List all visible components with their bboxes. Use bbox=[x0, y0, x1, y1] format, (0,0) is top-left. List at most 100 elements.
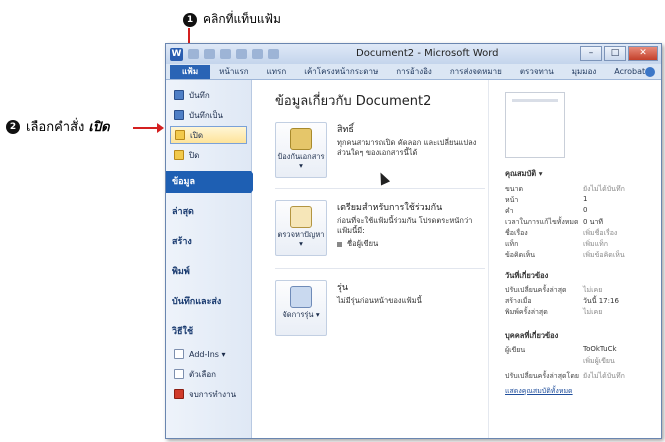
prepare-desc: ก่อนที่จะใช้แฟ้มนี้ร่วมกัน โปรดตระหนักว่… bbox=[337, 216, 473, 235]
close-button[interactable]: ✕ bbox=[628, 46, 658, 61]
versions-desc: ไม่มีรุ่นก่อนหน้าของแฟ้มนี้ bbox=[337, 296, 422, 305]
tab-review[interactable]: ตรวจทาน bbox=[511, 65, 563, 79]
prepare-section: ตรวจหาปัญหา ▾ เตรียมสำหรับการใช้ร่วมกัน … bbox=[275, 200, 485, 260]
tab-references[interactable]: การอ้างอิง bbox=[387, 65, 441, 79]
protect-document-label: ป้องกันเอกสาร ▾ bbox=[277, 152, 325, 170]
sidebar-item-recent[interactable]: ล่าสุด bbox=[166, 201, 251, 223]
sidebar-item-print[interactable]: พิมพ์ bbox=[166, 261, 251, 283]
manage-versions-button[interactable]: จัดการรุ่น ▾ bbox=[275, 280, 327, 336]
word-app-icon[interactable]: W bbox=[170, 47, 183, 61]
property-key: ชื่อเรื่อง bbox=[505, 229, 528, 237]
tab-file[interactable]: แฟ้ม bbox=[170, 65, 211, 79]
author-key: ผู้เขียน bbox=[505, 346, 526, 354]
property-row[interactable]: ชื่อเรื่อง เพิ่มชื่อเรื่อง bbox=[505, 228, 655, 239]
window-title: Document2 - Microsoft Word bbox=[356, 48, 499, 59]
protect-document-button[interactable]: ป้องกันเอกสาร ▾ bbox=[275, 122, 327, 178]
arrow-right-icon bbox=[133, 123, 164, 133]
step-1-text: คลิกที่แท็บแฟ้ม bbox=[203, 12, 281, 26]
property-row[interactable]: แท็ก เพิ่มแท็ก bbox=[505, 239, 655, 250]
sidebar-item-save[interactable]: บันทึก bbox=[170, 86, 247, 104]
save-icon[interactable] bbox=[188, 49, 199, 59]
sidebar-item-save-as[interactable]: บันทึกเป็น bbox=[170, 106, 247, 124]
info-pane: ข้อมูลเกี่ยวกับ Document2 ป้องกันเอกสาร … bbox=[253, 80, 488, 438]
date-key: ปรับเปลี่ยนครั้งล่าสุด bbox=[505, 286, 567, 294]
property-value: ยังไม่ได้บันทึก bbox=[583, 185, 625, 193]
comments-field[interactable]: เพิ่มข้อคิดเห็น bbox=[583, 250, 625, 261]
sidebar-item-open[interactable]: เปิด bbox=[170, 126, 247, 144]
property-key: หน้า bbox=[505, 196, 519, 204]
versions-heading: รุ่น bbox=[337, 283, 348, 293]
undo-icon[interactable] bbox=[204, 49, 215, 59]
dates-heading: วันที่เกี่ยวข้อง bbox=[505, 271, 549, 280]
add-author-row[interactable]: เพิ่มผู้เขียน bbox=[505, 356, 655, 367]
tab-mailings[interactable]: การส่งจดหมาย bbox=[441, 65, 511, 79]
check-for-issues-button[interactable]: ตรวจหาปัญหา ▾ bbox=[275, 200, 327, 256]
property-key: ข้อคิดเห็น bbox=[505, 251, 536, 259]
property-row: เวลาในการแก้ไขทั้งหมด 0 นาที bbox=[505, 217, 655, 228]
add-ins-icon bbox=[174, 349, 184, 359]
sidebar-item-help[interactable]: วิธีใช้ bbox=[166, 321, 251, 343]
page-title: ข้อมูลเกี่ยวกับ Document2 bbox=[275, 94, 432, 109]
step-2-text: เลือกคำสั่ง bbox=[26, 120, 85, 135]
sidebar-item-new[interactable]: สร้าง bbox=[166, 231, 251, 253]
date-row: พิมพ์ครั้งล่าสุด ไม่เคย bbox=[505, 307, 655, 318]
annotation-step-2: 2 เลือกคำสั่ง เปิด bbox=[6, 116, 110, 137]
title-field[interactable]: เพิ่มชื่อเรื่อง bbox=[583, 228, 617, 239]
property-row: คำ 0 bbox=[505, 206, 655, 217]
sidebar-item-info[interactable]: ข้อมูล bbox=[166, 171, 259, 193]
tab-home[interactable]: หน้าแรก bbox=[210, 65, 258, 79]
sidebar-item-save-send[interactable]: บันทึกและส่ง bbox=[166, 291, 251, 313]
permissions-heading: สิทธิ์ bbox=[337, 125, 354, 135]
properties-pane: คุณสมบัติ ▾ ขนาด ยังไม่ได้บันทึก หน้า 1 … bbox=[488, 80, 661, 438]
redo-icon[interactable] bbox=[220, 49, 231, 59]
print-icon[interactable] bbox=[268, 49, 279, 59]
property-key: คำ bbox=[505, 207, 514, 215]
sidebar-item-options[interactable]: ตัวเลือก bbox=[170, 365, 247, 383]
annotation-step-1: 1 คลิกที่แท็บแฟ้ม bbox=[183, 10, 281, 29]
property-key: ขนาด bbox=[505, 185, 524, 193]
property-row: ขนาด ยังไม่ได้บันทึก bbox=[505, 184, 655, 195]
maximize-button[interactable]: □ bbox=[604, 46, 626, 61]
property-key: แท็ก bbox=[505, 240, 519, 248]
save-icon bbox=[174, 90, 184, 100]
sidebar-item-label: ปิด bbox=[189, 150, 200, 160]
manage-versions-label: จัดการรุ่น ▾ bbox=[282, 310, 320, 319]
date-value: ไม่เคย bbox=[583, 308, 603, 316]
prepare-heading: เตรียมสำหรับการใช้ร่วมกัน bbox=[337, 203, 443, 213]
versions-section: จัดการรุ่น ▾ รุ่น ไม่มีรุ่นก่อนหน้าของแฟ… bbox=[275, 280, 485, 340]
options-icon bbox=[174, 369, 184, 379]
inspect-document-icon bbox=[290, 206, 312, 228]
date-key: สร้างเมื่อ bbox=[505, 297, 532, 305]
open-folder-icon[interactable] bbox=[252, 49, 263, 59]
tab-insert[interactable]: แทรก bbox=[258, 65, 296, 79]
sidebar-item-label: จบการทำงาน bbox=[189, 389, 237, 399]
new-document-icon[interactable] bbox=[236, 49, 247, 59]
document-thumbnail bbox=[505, 92, 565, 158]
tab-page-layout[interactable]: เค้าโครงหน้ากระดาษ bbox=[295, 65, 387, 79]
sidebar-item-exit[interactable]: จบการทำงาน bbox=[170, 385, 247, 403]
sidebar-item-label: บันทึก bbox=[189, 90, 210, 100]
date-value: ไม่เคย bbox=[583, 286, 603, 294]
property-value: 1 bbox=[583, 195, 588, 203]
property-row[interactable]: ข้อคิดเห็น เพิ่มข้อคิดเห็น bbox=[505, 250, 655, 261]
author-value[interactable]: ToOkTuCk bbox=[583, 345, 617, 356]
property-value: 0 นาที bbox=[583, 218, 604, 226]
show-all-properties-link[interactable]: แสดงคุณสมบัติทั้งหมด bbox=[505, 386, 573, 397]
folder-icon bbox=[175, 130, 185, 140]
sidebar-item-label: ตัวเลือก bbox=[189, 369, 216, 379]
help-icon[interactable] bbox=[645, 67, 655, 77]
folder-close-icon bbox=[174, 150, 184, 160]
sidebar-item-close[interactable]: ปิด bbox=[170, 146, 247, 164]
minimize-button[interactable]: – bbox=[580, 46, 602, 61]
date-value: วันนี้ 17:16 bbox=[583, 297, 619, 305]
backstage-sidebar: บันทึก บันทึกเป็น เปิด ปิด ข้อมูล ล่าสุด… bbox=[166, 80, 259, 438]
properties-heading[interactable]: คุณสมบัติ ▾ bbox=[505, 168, 543, 180]
bullet-text: ชื่อผู้เขียน bbox=[347, 239, 379, 248]
tab-view[interactable]: มุมมอง bbox=[563, 65, 606, 79]
people-heading: บุคคลที่เกี่ยวข้อง bbox=[505, 331, 559, 340]
tags-field[interactable]: เพิ่มแท็ก bbox=[583, 239, 608, 250]
sidebar-item-label: Add-Ins ▾ bbox=[189, 349, 226, 359]
versions-icon bbox=[290, 286, 312, 308]
add-author-field[interactable]: เพิ่มผู้เขียน bbox=[583, 356, 615, 367]
sidebar-item-add-ins[interactable]: Add-Ins ▾ bbox=[170, 345, 247, 363]
